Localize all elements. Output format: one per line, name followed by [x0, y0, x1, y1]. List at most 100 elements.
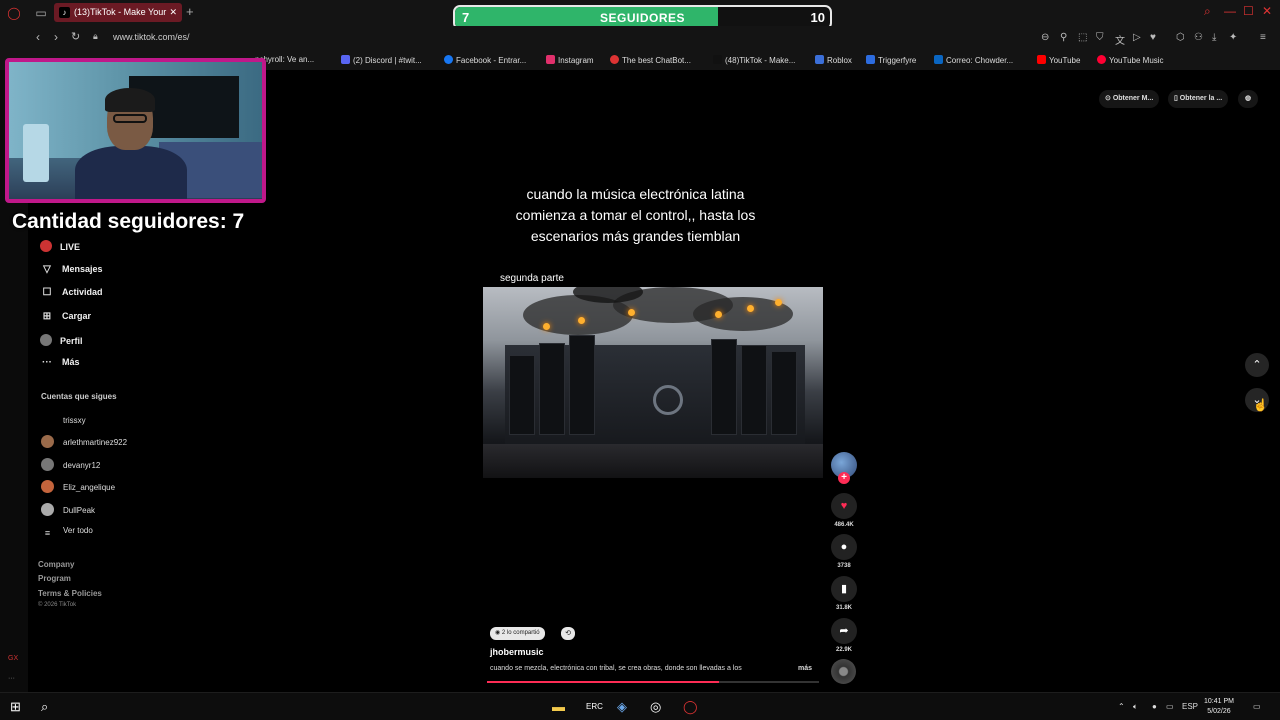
- extensions-icon[interactable]: ⬡: [1176, 32, 1185, 43]
- shield-icon[interactable]: ⛉: [1096, 32, 1104, 43]
- save-button[interactable]: ▮ 31.8K: [831, 576, 857, 611]
- sidebar-item-profile[interactable]: Perfil: [40, 334, 83, 346]
- upload-icon: ⊞: [42, 311, 52, 322]
- user-avatar[interactable]: ◍: [1238, 90, 1258, 108]
- video-player[interactable]: [483, 287, 823, 478]
- webcam-overlay: [5, 58, 266, 203]
- menu-icon[interactable]: ≡: [1260, 32, 1266, 43]
- hand-cursor-icon: ☝: [1253, 398, 1268, 412]
- see-all-link[interactable]: ≡ Ver todo: [41, 526, 93, 540]
- back-icon[interactable]: ‹: [36, 30, 40, 44]
- zoom-icon[interactable]: ⊖: [1041, 32, 1049, 43]
- url-field[interactable]: www.tiktok.com/es/: [113, 32, 190, 42]
- new-tab-icon[interactable]: +: [186, 4, 194, 19]
- close-tab-icon[interactable]: ✕: [169, 3, 177, 22]
- tray-chevron-icon[interactable]: ⌃: [1118, 702, 1125, 711]
- previous-video-button[interactable]: ⌃: [1245, 353, 1269, 377]
- account-item[interactable]: DullPeak: [41, 503, 95, 516]
- account-item[interactable]: arlethmartinez922: [41, 435, 127, 448]
- close-window-icon[interactable]: ✕: [1262, 4, 1272, 18]
- get-desktop-button[interactable]: ▯ Obtener la ...: [1168, 90, 1229, 108]
- video-username[interactable]: jhobermusic: [490, 647, 544, 657]
- maximize-icon[interactable]: ☐: [1243, 4, 1254, 18]
- mic-icon[interactable]: ●: [1152, 702, 1157, 711]
- language-indicator[interactable]: ESP: [1182, 702, 1198, 711]
- sidebar-item-live[interactable]: LIVE: [40, 240, 80, 252]
- download-icon[interactable]: ⤓: [1212, 32, 1216, 43]
- sidebar-item-activity[interactable]: ☐ Actividad: [40, 287, 103, 298]
- bookmark-discord[interactable]: (2) Discord | #twit...: [341, 55, 422, 65]
- tab-tiktok[interactable]: ♪ (13)TikTok - Make Your ✕: [54, 3, 182, 22]
- search-tabs-icon[interactable]: ⌕: [1204, 4, 1211, 19]
- translate-icon[interactable]: 文: [1115, 32, 1125, 47]
- account-item[interactable]: trissxy: [41, 413, 86, 426]
- stage-logo: [653, 385, 683, 415]
- more-link[interactable]: más: [798, 665, 812, 672]
- bookmark-youtube[interactable]: YouTube: [1037, 55, 1080, 65]
- follow-plus-icon[interactable]: +: [838, 472, 850, 484]
- windows-start-icon[interactable]: ⊞: [10, 699, 21, 715]
- opera-gx-icon[interactable]: ◯: [683, 699, 698, 715]
- bookmark-icon: ▮: [831, 576, 857, 602]
- instagram-icon: [546, 55, 555, 64]
- shared-by-pill[interactable]: ◉ 2 lo compartió: [490, 627, 545, 640]
- bookmark-facebook[interactable]: Facebook - Entrar...: [444, 55, 526, 65]
- tab-menu-icon[interactable]: ▭: [33, 5, 49, 21]
- forward-icon[interactable]: ›: [54, 30, 58, 44]
- clock[interactable]: 10:41 PM 5/02/26: [1204, 697, 1234, 717]
- video-progress-fill: [487, 681, 720, 683]
- bookmark-chatbot[interactable]: The best ChatBot...: [610, 55, 691, 65]
- reload-icon[interactable]: ↻: [71, 30, 80, 43]
- repost-icon[interactable]: ⟲: [561, 627, 575, 640]
- ai-icon[interactable]: ✦: [1229, 32, 1237, 43]
- goal-target: 10: [810, 10, 825, 25]
- list-icon: ≡: [44, 528, 51, 538]
- player-icon[interactable]: ▷: [1133, 32, 1141, 43]
- bookmark-roblox[interactable]: Roblox: [815, 55, 852, 65]
- more-icon: ···: [42, 357, 52, 368]
- steam-icon[interactable]: ◈: [617, 699, 627, 715]
- get-app-button[interactable]: ⊙ Obtener M...: [1099, 90, 1160, 108]
- comment-button[interactable]: ● 3738: [831, 534, 857, 569]
- bookmark-tiktok[interactable]: (48)TikTok - Make...: [713, 55, 795, 65]
- bookmark-youtube-music[interactable]: YouTube Music: [1097, 55, 1164, 65]
- share-button[interactable]: ➦ 22.9K: [831, 618, 857, 653]
- sidebar-item-more[interactable]: ··· Más: [40, 357, 80, 368]
- search-icon[interactable]: ⌕: [41, 699, 48, 715]
- snapshot-icon[interactable]: ⬚: [1078, 32, 1087, 43]
- music-disc-icon[interactable]: [831, 659, 856, 684]
- file-explorer-icon[interactable]: ▬: [552, 699, 565, 714]
- bookmark-triggerfyre[interactable]: Triggerfyre: [866, 55, 916, 65]
- video-subtitle: segunda parte: [500, 273, 564, 284]
- opera-logo-icon[interactable]: ◯: [6, 5, 22, 21]
- network-icon[interactable]: ▭: [1166, 702, 1174, 711]
- minimize-icon[interactable]: —: [1224, 4, 1236, 18]
- footer-program[interactable]: Program: [38, 574, 71, 583]
- footer-company[interactable]: Company: [38, 560, 74, 569]
- obs-icon[interactable]: ◎: [650, 699, 661, 715]
- gx-icon[interactable]: GX: [8, 655, 18, 662]
- app-icon[interactable]: ERC: [586, 702, 603, 711]
- speaker-icon[interactable]: 🔈︎: [1133, 702, 1138, 712]
- account-item[interactable]: devanyr12: [41, 458, 100, 471]
- share-icon: ➦: [831, 618, 857, 644]
- sidebar-item-messages[interactable]: ▽ Mensajes: [40, 264, 102, 275]
- like-button[interactable]: ♥ 486.4K: [831, 493, 857, 528]
- heart-icon[interactable]: ♥: [1150, 32, 1156, 43]
- chatbot-icon: [610, 55, 619, 64]
- video-progress-bar[interactable]: [487, 681, 819, 683]
- account-item[interactable]: Eliz_angelique: [41, 480, 115, 493]
- sidebar-more-icon[interactable]: ···: [8, 675, 15, 682]
- bookmark-correo[interactable]: Correo: Chowder...: [934, 55, 1013, 65]
- notification-icon[interactable]: ▭: [1253, 702, 1261, 711]
- like-count: 486.4K: [834, 522, 854, 528]
- mail-icon: [934, 55, 943, 64]
- sidebar-item-upload[interactable]: ⊞ Cargar: [40, 311, 91, 322]
- profile-icon: [40, 334, 52, 346]
- bookmark-instagram[interactable]: Instagram: [546, 55, 594, 65]
- footer-terms[interactable]: Terms & Policies: [38, 589, 102, 598]
- pin-icon[interactable]: ⚲: [1060, 32, 1067, 43]
- account-icon[interactable]: ⚇: [1194, 32, 1203, 43]
- avatar: [41, 503, 54, 516]
- share-count: 22.9K: [835, 647, 852, 653]
